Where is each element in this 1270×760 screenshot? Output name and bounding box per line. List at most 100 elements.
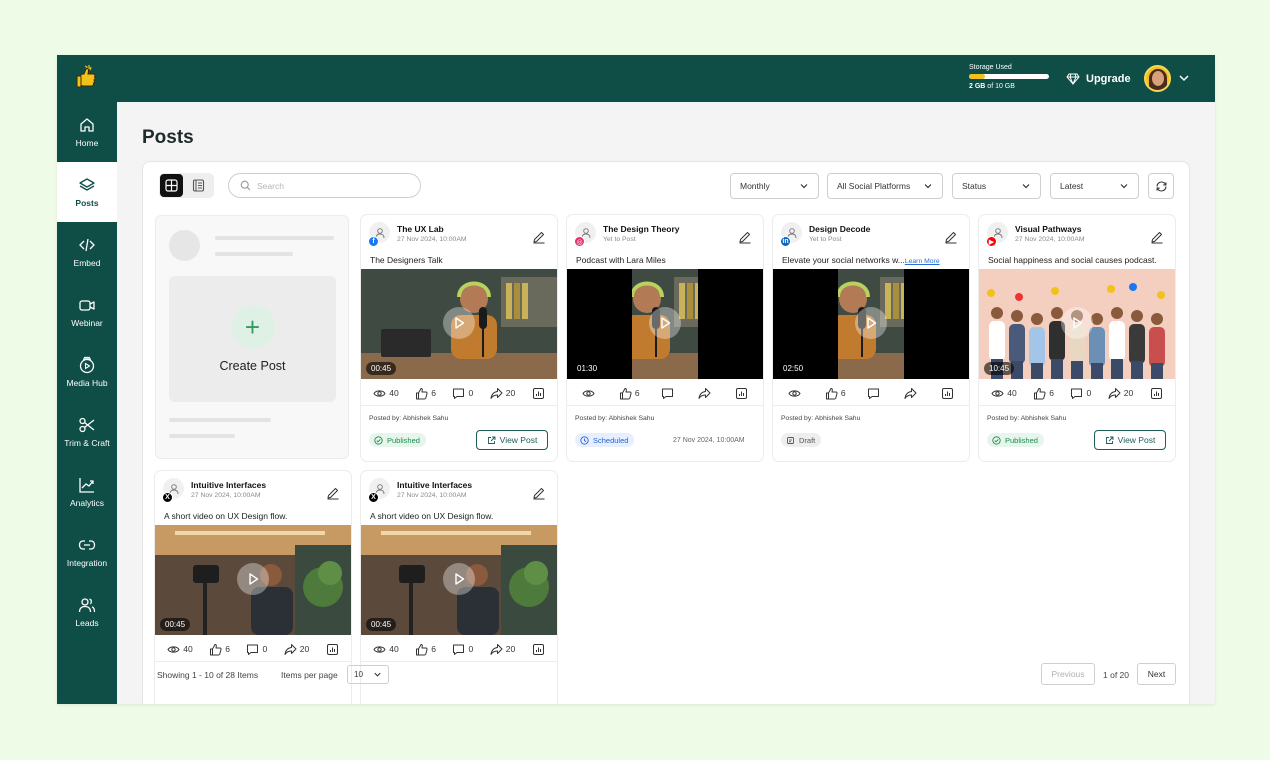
views-stat[interactable] bbox=[788, 387, 804, 400]
likes-stat[interactable]: 6 bbox=[619, 387, 640, 400]
video-duration: 00:45 bbox=[366, 362, 397, 375]
view-post-button[interactable]: View Post bbox=[476, 430, 548, 450]
play-button[interactable] bbox=[649, 307, 681, 339]
post-card[interactable]: X Intuitive Interfaces 27 Nov 2024, 10:00A… bbox=[361, 471, 557, 704]
list-view-button[interactable] bbox=[187, 174, 210, 197]
create-post-button[interactable]: + Create Post bbox=[169, 276, 336, 402]
edit-icon[interactable] bbox=[532, 230, 546, 244]
previous-page-button[interactable]: Previous bbox=[1041, 663, 1095, 685]
post-card[interactable]: f The UX Lab 27 Nov 2024, 10:00AM The Desig… bbox=[361, 215, 557, 461]
shares-stat[interactable]: 20 bbox=[490, 643, 515, 656]
shares-stat[interactable] bbox=[904, 387, 920, 400]
storage-value: 2 GB of 10 GB bbox=[969, 83, 1051, 90]
sort-dropdown[interactable]: Latest bbox=[1050, 173, 1139, 199]
video-thumbnail[interactable]: 00:45 bbox=[361, 269, 557, 379]
likes-stat[interactable]: 6 bbox=[1033, 387, 1054, 400]
list-icon bbox=[192, 179, 205, 192]
eye-icon bbox=[373, 389, 386, 397]
insights-button[interactable] bbox=[326, 643, 339, 656]
next-page-button[interactable]: Next bbox=[1137, 663, 1176, 685]
play-button[interactable] bbox=[237, 563, 269, 595]
edit-icon[interactable] bbox=[944, 230, 958, 244]
search-input[interactable] bbox=[257, 180, 407, 191]
video-duration: 00:45 bbox=[366, 618, 397, 631]
sort-value: Latest bbox=[1060, 181, 1084, 191]
account-name: Intuitive Interfaces bbox=[397, 480, 473, 490]
views-stat[interactable]: 40 bbox=[167, 643, 193, 656]
sidebar-item-integration[interactable]: Integration bbox=[57, 522, 117, 582]
play-button[interactable] bbox=[855, 307, 887, 339]
edit-icon[interactable] bbox=[738, 230, 752, 244]
shares-stat[interactable] bbox=[698, 387, 714, 400]
view-post-button[interactable]: View Post bbox=[1094, 430, 1166, 450]
upgrade-button[interactable]: Upgrade bbox=[1066, 70, 1131, 88]
post-caption: A short video on UX Design flow. bbox=[370, 511, 552, 521]
platform-dropdown[interactable]: All Social Platforms bbox=[827, 173, 943, 199]
thumbs-up-logo-icon[interactable] bbox=[71, 63, 103, 95]
insights-button[interactable] bbox=[532, 643, 545, 656]
shares-count: 20 bbox=[299, 644, 310, 654]
play-button[interactable] bbox=[443, 307, 475, 339]
views-stat[interactable] bbox=[582, 387, 598, 400]
likes-stat[interactable]: 6 bbox=[825, 387, 846, 400]
video-thumbnail[interactable]: 02:50 bbox=[773, 269, 969, 379]
sidebar-item-home[interactable]: Home bbox=[57, 102, 117, 162]
learn-more-link[interactable]: Learn More bbox=[905, 258, 940, 265]
user-avatar[interactable] bbox=[1144, 65, 1171, 92]
sidebar-item-media-hub[interactable]: Media Hub bbox=[57, 342, 117, 402]
insights-button[interactable] bbox=[735, 387, 748, 400]
likes-count: 6 bbox=[840, 388, 846, 398]
shares-stat[interactable]: 20 bbox=[284, 643, 309, 656]
post-card[interactable]: ▶ Visual Pathways 27 Nov 2024, 10:00AM Soci… bbox=[979, 215, 1175, 461]
video-thumbnail[interactable]: 00:45 bbox=[361, 525, 557, 635]
insights-button[interactable] bbox=[532, 387, 545, 400]
sidebar-item-webinar[interactable]: Webinar bbox=[57, 282, 117, 342]
grid-view-button[interactable] bbox=[160, 174, 183, 197]
sidebar-item-leads[interactable]: Leads bbox=[57, 582, 117, 642]
sidebar-item-embed[interactable]: Embed bbox=[57, 222, 117, 282]
sidebar-item-trim-craft[interactable]: Trim & Craft bbox=[57, 402, 117, 462]
likes-stat[interactable]: 6 bbox=[209, 643, 230, 656]
chevron-down-icon[interactable] bbox=[1177, 71, 1191, 85]
views-stat[interactable]: 40 bbox=[991, 387, 1017, 400]
comments-stat[interactable]: 0 bbox=[246, 643, 267, 656]
views-stat[interactable]: 40 bbox=[373, 387, 399, 400]
comments-stat[interactable]: 0 bbox=[1070, 387, 1091, 400]
insights-button[interactable] bbox=[941, 387, 954, 400]
items-per-page-select[interactable]: 10 bbox=[347, 665, 389, 684]
youtube-icon: ▶ bbox=[986, 236, 997, 247]
sidebar-item-analytics[interactable]: Analytics bbox=[57, 462, 117, 522]
view-post-label: View Post bbox=[1117, 435, 1156, 445]
shares-stat[interactable]: 20 bbox=[1108, 387, 1133, 400]
comments-stat[interactable]: 0 bbox=[452, 643, 473, 656]
account-name: Design Decode bbox=[809, 224, 871, 234]
likes-stat[interactable]: 6 bbox=[415, 643, 436, 656]
refresh-button[interactable] bbox=[1148, 173, 1174, 199]
thumbs-up-icon bbox=[210, 643, 222, 655]
video-thumbnail[interactable]: 00:45 bbox=[155, 525, 351, 635]
status-dropdown[interactable]: Status bbox=[952, 173, 1041, 199]
edit-icon[interactable] bbox=[1150, 230, 1164, 244]
views-stat[interactable]: 40 bbox=[373, 643, 399, 656]
sidebar-item-posts[interactable]: Posts bbox=[57, 162, 117, 222]
comments-stat[interactable] bbox=[661, 387, 677, 400]
post-date: 27 Nov 2024, 10:00AM bbox=[1015, 236, 1085, 243]
insights-button[interactable] bbox=[1150, 387, 1163, 400]
period-dropdown[interactable]: Monthly bbox=[730, 173, 819, 199]
post-card[interactable]: in Design Decode Yet to Post Elevate your s… bbox=[773, 215, 969, 461]
edit-icon[interactable] bbox=[326, 486, 340, 500]
share-icon bbox=[490, 387, 503, 399]
chevron-down-icon bbox=[1120, 184, 1128, 189]
likes-stat[interactable]: 6 bbox=[415, 387, 436, 400]
likes-count: 6 bbox=[1049, 388, 1054, 398]
play-button[interactable] bbox=[1061, 307, 1093, 339]
video-thumbnail[interactable]: 10:45 bbox=[979, 269, 1175, 379]
post-card[interactable]: ◎ The Design Theory Yet to Post Podcast wit… bbox=[567, 215, 763, 461]
edit-icon[interactable] bbox=[532, 486, 546, 500]
play-button[interactable] bbox=[443, 563, 475, 595]
video-thumbnail[interactable]: 01:30 bbox=[567, 269, 763, 379]
comments-stat[interactable]: 0 bbox=[452, 387, 473, 400]
draft-icon bbox=[787, 436, 794, 444]
comments-stat[interactable] bbox=[867, 387, 883, 400]
shares-stat[interactable]: 20 bbox=[490, 387, 515, 400]
